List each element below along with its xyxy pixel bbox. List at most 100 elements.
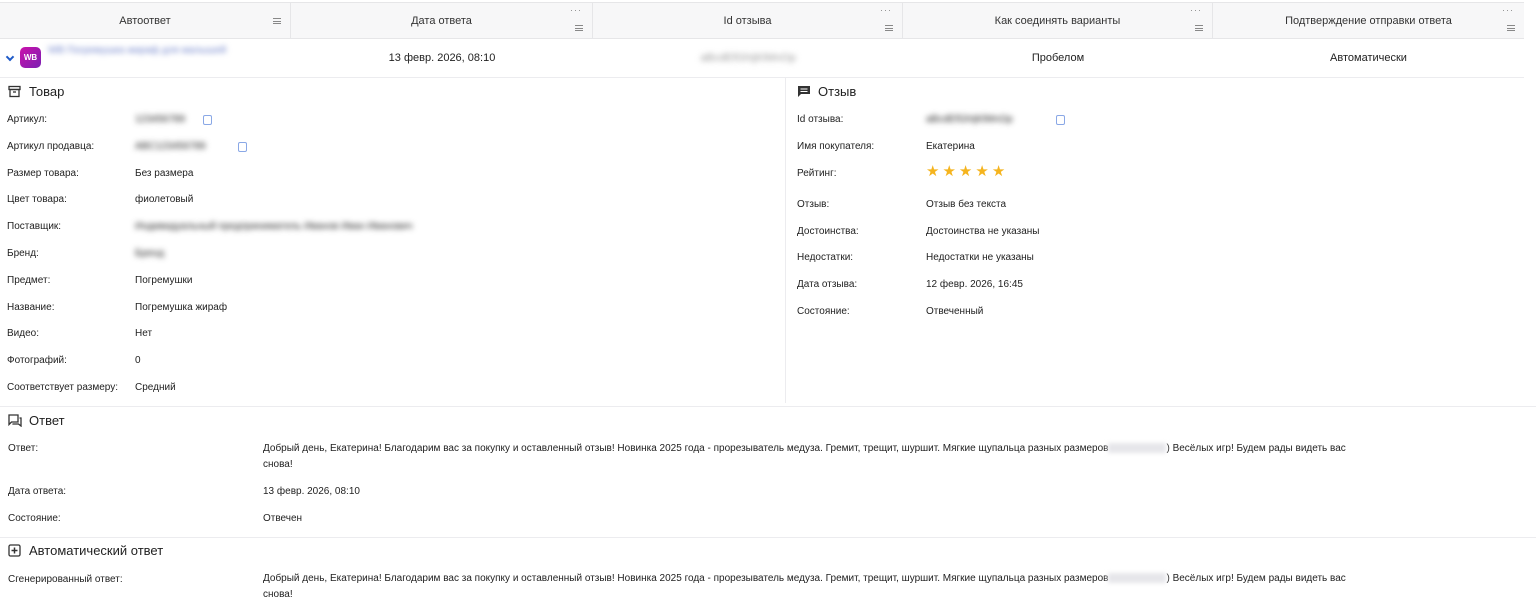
column-header-label: Подтверждение отправки ответа (1285, 14, 1452, 27)
hidden-text (1108, 443, 1167, 454)
answer-date-label: Дата ответа: (8, 486, 67, 497)
product-field-label: Название: (7, 301, 55, 313)
column-menu-icon[interactable] (885, 25, 893, 31)
auto-section-title: Автоматический ответ (8, 543, 163, 558)
forum-icon (8, 414, 22, 428)
section-divider (0, 537, 1536, 538)
review-field-label: Отзыв: (797, 199, 830, 210)
star-icon: ★ (926, 163, 940, 180)
product-section-title: Товар (8, 84, 64, 99)
marketplace-badge: WB (20, 47, 41, 68)
review-field-label: Дата отзыва: (797, 279, 858, 290)
product-field-value: 0 (135, 355, 141, 367)
product-field-label: Размер товара: (7, 167, 79, 179)
product-field-label: Видео: (7, 328, 39, 340)
product-field-value: Без размера (135, 167, 194, 179)
section-title-label: Ответ (29, 413, 65, 428)
product-field-value: Индивидуальный предприниматель Иванов Ив… (135, 221, 413, 233)
column-menu-icon[interactable] (1195, 25, 1203, 31)
column-header-join-mode[interactable]: Как соединять варианты ··· (903, 3, 1213, 38)
cell-confirm: Автоматически (1330, 52, 1407, 64)
column-menu-icon[interactable] (273, 18, 281, 24)
review-field-label: Рейтинг: (797, 168, 837, 179)
review-field-value: 12 февр. 2026, 16:45 (926, 279, 1023, 290)
review-field-label: Имя покупателя: (797, 141, 875, 152)
answer-label: Ответ: (8, 443, 39, 454)
product-field-label: Предмет: (7, 274, 51, 286)
product-field-value: Погремушки (135, 274, 193, 286)
star-icon: ★ (958, 163, 973, 180)
column-header-confirm[interactable]: Подтверждение отправки ответа ··· (1213, 3, 1524, 38)
product-field-value: ABC123456789 (135, 140, 206, 152)
generated-answer-text: Добрый день, Екатерина! Благодарим вас з… (263, 571, 1423, 599)
product-field-label: Соответствует размеру: (7, 382, 119, 393)
copy-icon[interactable] (1056, 115, 1065, 125)
product-field-value: фиолетовый (135, 194, 194, 206)
product-field-label: Артикул: (7, 114, 48, 125)
product-field-value: Средний (135, 382, 176, 393)
review-field-value: Отзыв без текста (926, 199, 1007, 210)
comment-icon (797, 85, 810, 98)
more-dots-icon[interactable]: ··· (1190, 6, 1202, 15)
section-title-label: Товар (29, 84, 65, 99)
column-header-date[interactable]: Дата ответа ··· (291, 3, 593, 38)
column-header-autoreply[interactable]: Автоответ (0, 3, 291, 38)
star-icon: ★ (975, 163, 989, 180)
hidden-text (1108, 573, 1167, 584)
product-field-label: Артикул продавца: (7, 140, 95, 152)
cell-join-mode: Пробелом (1031, 52, 1085, 64)
product-field-label: Бренд: (7, 248, 39, 259)
table-row[interactable]: WB WB Погремушка жираф для малышей 13 фе… (0, 39, 1524, 78)
column-header-review-id[interactable]: Id отзыва ··· (593, 3, 903, 38)
table-header: Автоответ Дата ответа ··· Id отзыва ··· … (0, 2, 1524, 39)
column-divider (785, 78, 786, 403)
product-field-value: Бренд (135, 248, 165, 259)
answer-text-part: снова! (263, 459, 293, 470)
cell-review-id: aBcdEfGhIjKlMnOp (593, 39, 903, 77)
section-title-label: Отзыв (818, 84, 857, 99)
review-field-label: Состояние: (797, 306, 850, 317)
answer-date-value: 13 февр. 2026, 08:10 (263, 486, 360, 497)
section-divider (0, 406, 1536, 407)
chevron-down-icon[interactable] (5, 52, 15, 62)
column-menu-icon[interactable] (1507, 25, 1515, 31)
answer-text: Добрый день, Екатерина! Благодарим вас з… (263, 441, 1423, 473)
answer-state-label: Состояние: (8, 513, 61, 524)
more-dots-icon[interactable]: ··· (1502, 6, 1514, 15)
rating-stars: ★ ★ ★ ★ ★ (926, 164, 1005, 179)
product-field-value: Нет (135, 328, 153, 340)
star-icon: ★ (991, 163, 1006, 180)
section-title-label: Автоматический ответ (29, 543, 164, 558)
product-field-value: Погремушка жираф (135, 301, 228, 313)
answer-section-title: Ответ (8, 413, 65, 428)
generated-text-part: Добрый день, Екатерина! Благодарим вас з… (263, 573, 1109, 584)
review-section-title: Отзыв (797, 84, 856, 99)
more-dots-icon[interactable]: ··· (880, 6, 892, 15)
column-header-label: Дата ответа (411, 14, 472, 27)
column-header-label: Id отзыва (723, 14, 772, 27)
cell-date: 13 февр. 2026, 08:10 (388, 52, 496, 64)
copy-icon[interactable] (203, 115, 212, 125)
column-menu-icon[interactable] (575, 25, 583, 31)
product-field-label: Цвет товара: (7, 194, 67, 206)
review-id-value: aBcdEfGhIjKlMnOp (700, 52, 796, 64)
product-field-label: Фотографий: (7, 355, 67, 367)
column-header-label: Как соединять варианты (994, 14, 1121, 27)
answer-state-value: Отвечен (263, 513, 303, 524)
review-field-label: Недостатки: (797, 252, 854, 263)
review-field-label: Id отзыва: (797, 114, 844, 125)
generated-text-part: ) Весёлых игр! Будем рады видеть вас (1166, 573, 1346, 584)
answer-text-part: ) Весёлых игр! Будем рады видеть вас (1166, 443, 1346, 454)
column-header-label: Автоответ (119, 14, 171, 27)
review-field-value: Екатерина (926, 141, 975, 152)
answer-text-part: Добрый день, Екатерина! Благодарим вас з… (263, 443, 1109, 454)
autoreply-name[interactable]: WB Погремушка жираф для малышей (48, 44, 288, 58)
cell-autoreply: WB WB Погремушка жираф для малышей (0, 39, 291, 77)
copy-icon[interactable] (238, 141, 247, 152)
generated-text-part: снова! (263, 589, 293, 599)
product-field-label: Поставщик: (7, 221, 62, 233)
review-field-value: Достоинства не указаны (926, 226, 1040, 237)
archive-icon (8, 85, 21, 98)
review-field-value: Отвеченный (926, 306, 984, 317)
more-dots-icon[interactable]: ··· (570, 6, 582, 15)
